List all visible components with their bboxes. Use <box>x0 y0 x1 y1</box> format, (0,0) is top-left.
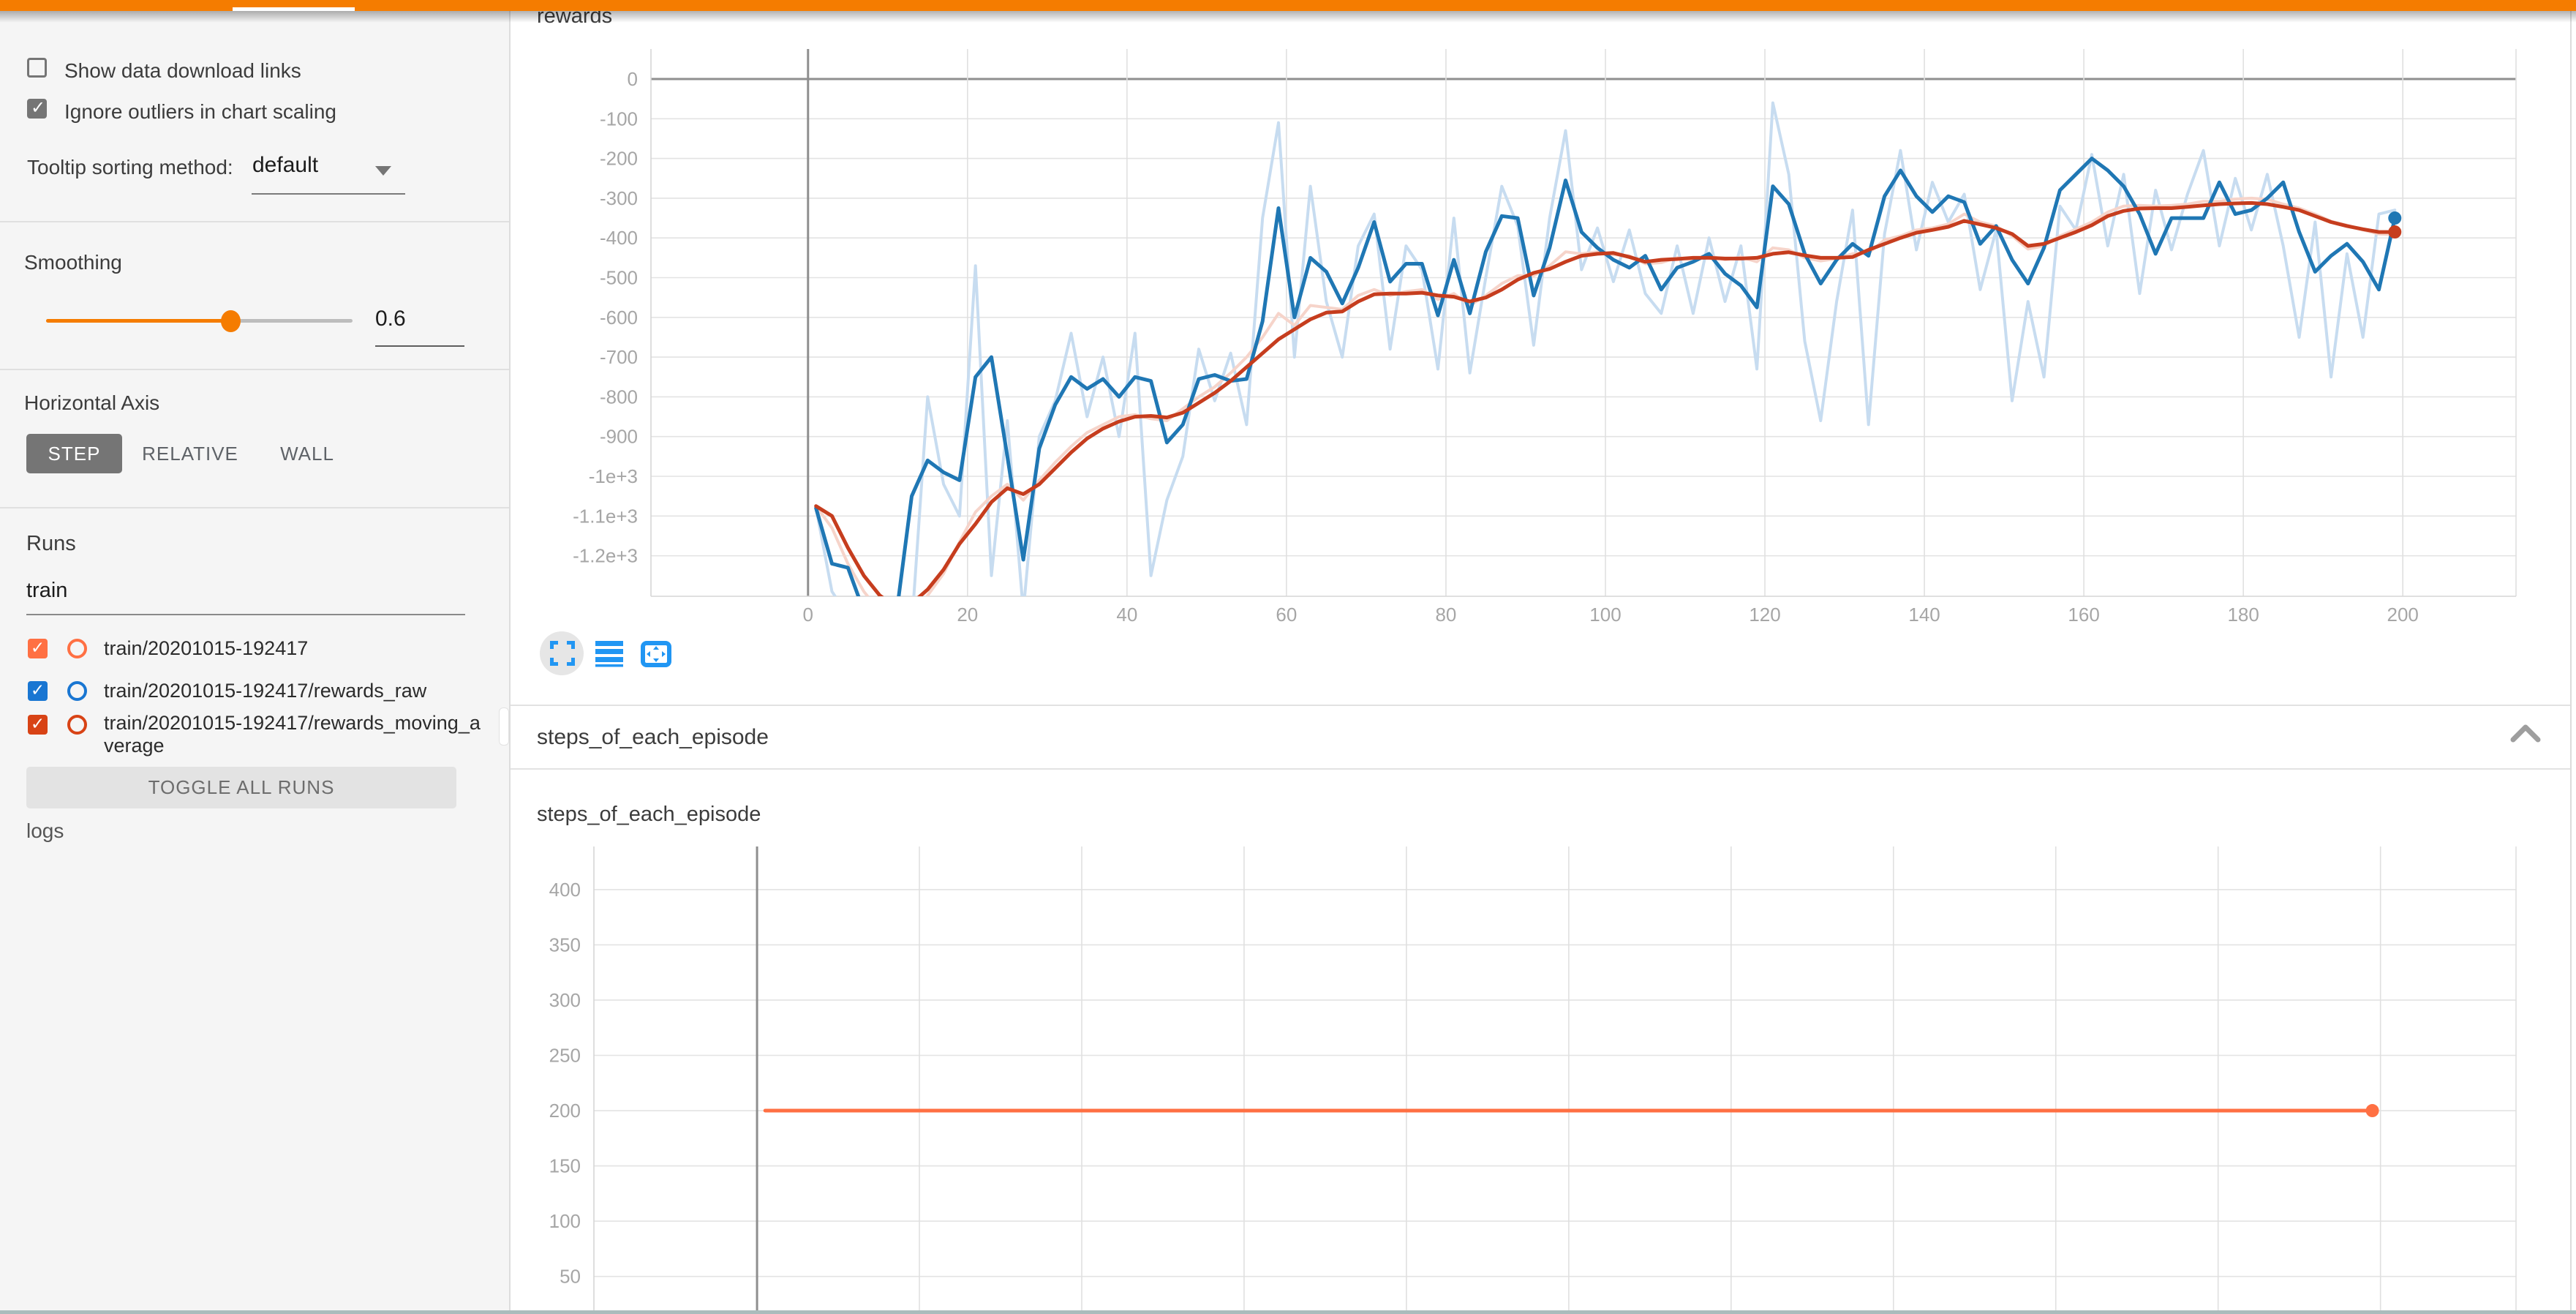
fit-domain-icon[interactable] <box>641 641 671 667</box>
show-data-download-links-checkbox[interactable] <box>27 58 47 78</box>
toggle-all-runs-button[interactable]: TOGGLE ALL RUNS <box>26 767 456 808</box>
run-checkbox-orange[interactable]: ✓ <box>28 639 48 658</box>
runs-label: Runs <box>26 532 76 556</box>
series-end-dot[interactable] <box>2366 1104 2379 1117</box>
smoothing-value-underline <box>375 345 464 347</box>
ignore-outliers-label[interactable]: Ignore outliers in chart scaling <box>64 100 336 124</box>
tooltip-sorting-select[interactable]: default <box>252 153 318 178</box>
svg-text:180: 180 <box>2227 604 2259 626</box>
series-end-dot[interactable] <box>2388 211 2401 225</box>
svg-text:0: 0 <box>803 604 813 626</box>
svg-text:150: 150 <box>549 1155 581 1177</box>
rewards-chart[interactable]: 0 -100 -200 -300 -400 -500 -600 -700 -800 -900 -1e… <box>512 29 2531 637</box>
run-radio-orange[interactable] <box>67 639 87 658</box>
svg-text:20: 20 <box>957 604 978 626</box>
steps-chart-title: steps_of_each_episode <box>537 803 761 827</box>
svg-text:400: 400 <box>549 879 581 901</box>
svg-text:0: 0 <box>628 68 638 90</box>
fullscreen-icon[interactable] <box>550 641 575 666</box>
ignore-outliers-checkbox[interactable]: ✓ <box>27 99 47 119</box>
sidebar-main-divider <box>509 11 511 1310</box>
run-checkbox-blue[interactable]: ✓ <box>28 681 48 701</box>
tensorboard-header-bar <box>0 0 2576 11</box>
divider <box>0 507 509 508</box>
svg-text:-1e+3: -1e+3 <box>589 465 638 487</box>
svg-text:-1.1e+3: -1.1e+3 <box>573 505 638 527</box>
svg-text:140: 140 <box>1908 604 1940 626</box>
axis-tick-labels: 400 350 300 250 200 150 100 50 <box>549 879 581 1288</box>
divider <box>0 221 509 222</box>
svg-text:-500: -500 <box>600 267 638 289</box>
svg-text:80: 80 <box>1435 604 1456 626</box>
svg-text:-1.2e+3: -1.2e+3 <box>573 545 638 567</box>
svg-text:-800: -800 <box>600 386 638 408</box>
axis-step-button[interactable]: STEP <box>26 434 122 473</box>
check-icon: ✓ <box>28 714 48 734</box>
svg-text:160: 160 <box>2068 604 2099 626</box>
run-filter-input[interactable]: train <box>26 579 67 603</box>
svg-text:250: 250 <box>549 1045 581 1067</box>
svg-text:40: 40 <box>1116 604 1137 626</box>
svg-text:-300: -300 <box>600 187 638 209</box>
smoothing-slider-thumb[interactable] <box>221 310 241 332</box>
check-icon: ✓ <box>28 638 48 658</box>
svg-text:200: 200 <box>2387 604 2418 626</box>
section-title: steps_of_each_episode <box>537 725 769 750</box>
run-checkbox-red[interactable]: ✓ <box>28 715 48 735</box>
active-tab-underline <box>233 7 355 11</box>
steps-of-each-episode-chart[interactable]: 400 350 300 250 200 150 100 50 <box>512 827 2531 1314</box>
check-icon: ✓ <box>28 680 48 700</box>
run-radio-red[interactable] <box>67 715 87 735</box>
settings-sidebar: Show data download links ✓ Ignore outlie… <box>0 11 509 1314</box>
grid-lines <box>594 846 2516 1314</box>
run-item-label[interactable]: train/20201015-192417/rewards_raw <box>104 680 492 702</box>
svg-text:200: 200 <box>549 1100 581 1122</box>
section-header-steps-of-each-episode[interactable]: steps_of_each_episode <box>511 705 2570 770</box>
svg-text:-400: -400 <box>600 227 638 249</box>
bottom-edge-line <box>0 1310 2576 1314</box>
axis-relative-button[interactable]: RELATIVE <box>139 434 241 473</box>
check-icon: ✓ <box>29 99 48 118</box>
tooltip-sorting-label: Tooltip sorting method: <box>27 156 233 179</box>
svg-text:-200: -200 <box>600 148 638 170</box>
grid-lines <box>651 49 2516 596</box>
svg-text:-100: -100 <box>600 108 638 129</box>
svg-text:300: 300 <box>549 989 581 1011</box>
tensorboard-app: Show data download links ✓ Ignore outlie… <box>0 0 2576 1314</box>
show-data-download-links-label[interactable]: Show data download links <box>64 59 301 83</box>
svg-text:350: 350 <box>549 934 581 956</box>
svg-text:-700: -700 <box>600 346 638 368</box>
axis-wall-button[interactable]: WALL <box>274 434 340 473</box>
run-radio-blue[interactable] <box>67 681 87 701</box>
logs-label: logs <box>26 819 64 843</box>
axis-tick-labels: 0 -100 -200 -300 -400 -500 -600 -700 -800 -900 -1e… <box>573 68 2419 626</box>
svg-text:-600: -600 <box>600 307 638 328</box>
run-item-label[interactable]: train/20201015-192417 <box>104 637 492 660</box>
smoothing-value[interactable]: 0.6 <box>375 307 406 331</box>
chevron-down-icon[interactable] <box>375 166 391 176</box>
divider <box>0 369 509 370</box>
smoothing-label: Smoothing <box>24 251 122 274</box>
series-end-dot[interactable] <box>2388 225 2401 239</box>
svg-text:120: 120 <box>1749 604 1780 626</box>
horizontal-bars-icon[interactable] <box>595 641 623 667</box>
run-filter-underline <box>26 614 465 615</box>
svg-text:60: 60 <box>1276 604 1297 626</box>
svg-text:100: 100 <box>1589 604 1621 626</box>
scrollbar-track-edge[interactable] <box>2570 11 2572 1314</box>
svg-text:100: 100 <box>549 1210 581 1232</box>
run-item-label[interactable]: train/20201015-192417/rewards_moving_ave… <box>104 712 484 757</box>
svg-text:-900: -900 <box>600 426 638 448</box>
svg-text:50: 50 <box>560 1266 581 1288</box>
horizontal-axis-label: Horizontal Axis <box>24 391 159 415</box>
chevron-up-icon[interactable] <box>2510 724 2541 743</box>
select-underline <box>252 193 405 195</box>
smoothing-slider-fill <box>46 319 230 323</box>
sidebar-scrollbar-thumb[interactable] <box>499 707 509 746</box>
